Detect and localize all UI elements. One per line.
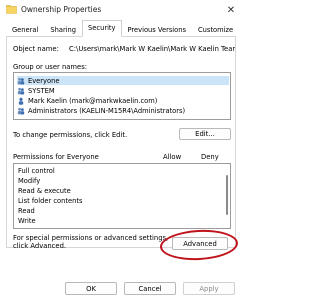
- users-group-icon: [17, 77, 25, 85]
- permission-modify: Modify: [18, 177, 41, 185]
- group-users-label: Group or user names:: [13, 63, 88, 71]
- object-name-label: Object name:: [13, 45, 59, 53]
- users-group-icon: [17, 107, 25, 115]
- change-permissions-text: To change permissions, click Edit.: [13, 131, 128, 139]
- tab-customize[interactable]: Customize: [192, 22, 239, 36]
- security-panel: Object name: C:\Users\mark\Mark W Kaelin…: [6, 36, 236, 250]
- list-item-administrators[interactable]: Administrators (KAELIN-M15R4\Administrat…: [17, 106, 185, 115]
- special-permissions-text-2: click Advanced.: [13, 242, 67, 250]
- list-item-system[interactable]: SYSTEM: [17, 86, 55, 95]
- tab-previous-versions[interactable]: Previous Versions: [122, 22, 192, 36]
- list-item-label: Everyone: [28, 76, 60, 85]
- users-group-icon: [17, 87, 25, 95]
- list-item-label: Mark Kaelin (mark@markwkaelin.com): [28, 96, 158, 105]
- scrollbar-thumb[interactable]: [226, 175, 228, 215]
- folder-icon: [6, 4, 17, 14]
- user-list[interactable]: Everyone SYSTEM Mark Kaelin (mark@markwk…: [13, 72, 231, 120]
- permissions-scrollbar[interactable]: [225, 165, 229, 227]
- list-item-label: SYSTEM: [28, 86, 55, 95]
- list-item-mark-kaelin[interactable]: Mark Kaelin (mark@markwkaelin.com): [17, 96, 157, 105]
- permissions-label: Permissions for Everyone: [13, 153, 99, 161]
- window-title: Ownership Properties: [21, 5, 102, 14]
- permission-read: Read: [18, 207, 35, 215]
- title-bar: Ownership Properties ✕: [0, 0, 244, 20]
- allow-header: Allow: [163, 153, 182, 161]
- object-name-value: C:\Users\mark\Mark W Kaelin\Mark W Kaeli…: [69, 45, 235, 53]
- apply-button[interactable]: Apply: [183, 282, 235, 295]
- close-icon: ✕: [226, 4, 236, 16]
- user-icon: [17, 97, 25, 105]
- cancel-button[interactable]: Cancel: [124, 282, 176, 295]
- list-item-everyone[interactable]: Everyone: [17, 76, 229, 85]
- properties-dialog: Ownership Properties ✕ General Sharing S…: [0, 0, 244, 300]
- permission-full-control: Full control: [18, 167, 55, 175]
- list-item-label: Administrators (KAELIN-M15R4\Administrat…: [28, 106, 186, 115]
- permission-read-execute: Read & execute: [18, 187, 71, 195]
- advanced-button[interactable]: Advanced: [172, 237, 228, 250]
- permissions-list[interactable]: Full control Modify Read & execute List …: [13, 163, 231, 229]
- special-permissions-text-1: For special permissions or advanced sett…: [13, 234, 169, 242]
- ok-button[interactable]: OK: [65, 282, 117, 295]
- tab-sharing[interactable]: Sharing: [44, 22, 82, 36]
- tab-general[interactable]: General: [6, 22, 44, 36]
- deny-header: Deny: [201, 153, 219, 161]
- tab-security[interactable]: Security: [82, 20, 122, 37]
- permission-list-folder-contents: List folder contents: [18, 197, 83, 205]
- close-button[interactable]: ✕: [224, 3, 238, 17]
- permission-write: Write: [18, 217, 36, 225]
- tab-strip: General Sharing Security Previous Versio…: [6, 20, 239, 37]
- edit-button[interactable]: Edit...: [179, 128, 231, 140]
